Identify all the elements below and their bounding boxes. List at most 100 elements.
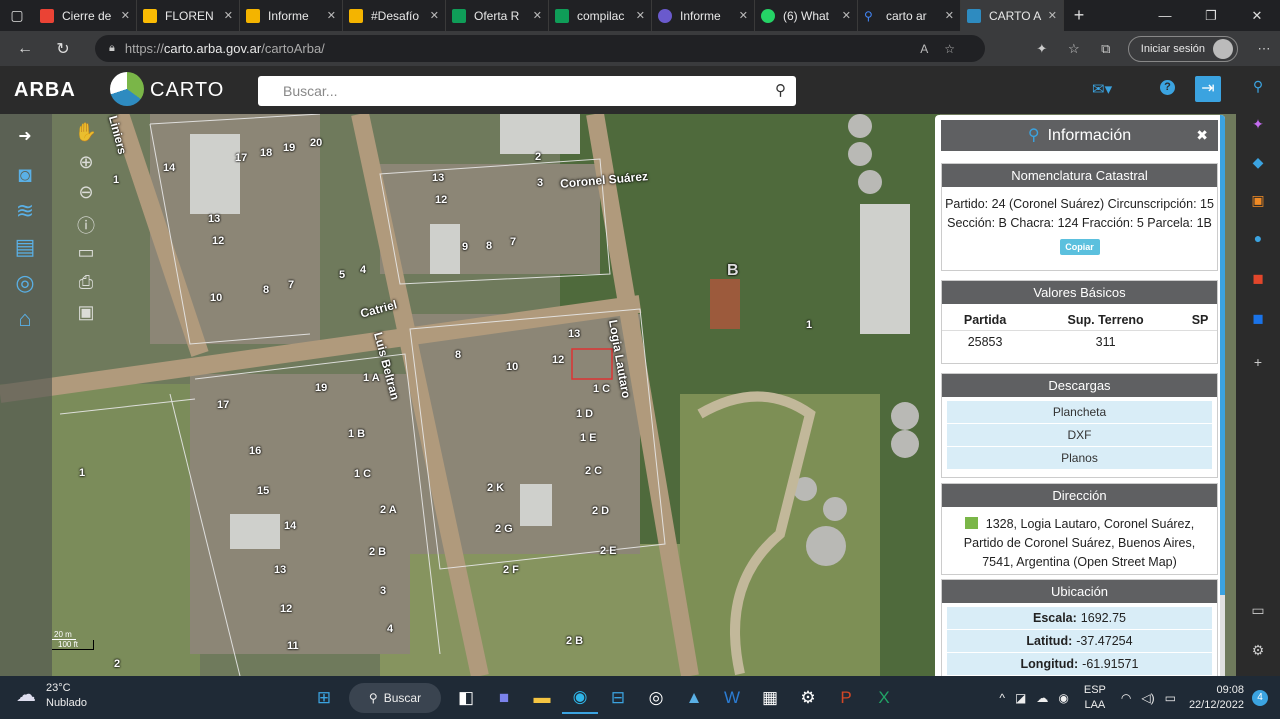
chevron-up-icon[interactable]: ^	[999, 691, 1005, 705]
browser-tab-active[interactable]: CARTO A ✕	[961, 0, 1064, 31]
maximize-icon[interactable]: ❐	[1188, 8, 1234, 24]
cloud-icon[interactable]: ☁	[1036, 691, 1048, 705]
copy-button[interactable]: Copiar	[1059, 239, 1100, 255]
binoculars-icon[interactable]: ◙	[10, 162, 40, 192]
edge-icon[interactable]: ◉	[562, 682, 598, 714]
close-tab-icon[interactable]: ✕	[1048, 9, 1057, 22]
browser-tab[interactable]: Cierre de ✕	[34, 0, 137, 31]
people-icon[interactable]: ●	[1248, 230, 1268, 250]
teams-icon[interactable]: ■	[486, 682, 522, 714]
download-planos-link[interactable]: Planos	[947, 447, 1212, 470]
task-view-icon[interactable]: ◧	[448, 682, 484, 714]
refresh-icon[interactable]: ↻	[44, 39, 82, 59]
save-icon[interactable]: ▣	[72, 302, 100, 330]
direccion-section: Dirección 1328, Logia Lautaro, Coronel S…	[941, 483, 1218, 575]
search-icon[interactable]: ⚲	[775, 81, 786, 99]
print-icon[interactable]: ⎙	[72, 272, 100, 300]
tray-app-icon[interactable]: ◉	[1058, 691, 1068, 705]
close-tab-icon[interactable]: ✕	[224, 9, 233, 22]
section-header: Valores Básicos	[942, 281, 1217, 304]
sidebar-toggle-icon[interactable]: ▭	[1248, 602, 1268, 622]
more-menu-icon[interactable]: ⋯	[1248, 41, 1280, 57]
powerpoint-icon[interactable]: P	[828, 682, 864, 714]
browser-tab[interactable]: Oferta R ✕	[446, 0, 549, 31]
language-indicator[interactable]: ESP LAA	[1084, 683, 1106, 713]
parcel-label: 2 B	[369, 546, 387, 558]
battery-icon[interactable]: ▭	[1165, 691, 1176, 705]
photos-icon[interactable]: ▲	[676, 682, 712, 714]
taskbar-search[interactable]: ⚲ Buscar	[349, 683, 441, 713]
signin-button[interactable]: Iniciar sesión	[1127, 35, 1238, 62]
tray-app-icon[interactable]: ◪	[1015, 691, 1026, 705]
minimize-icon[interactable]: —	[1142, 8, 1188, 23]
close-icon[interactable]: ✖	[1196, 120, 1208, 151]
ide-layers-icon[interactable]: ▤	[10, 234, 40, 264]
scrollbar-thumb[interactable]	[1220, 115, 1225, 595]
browser-tab[interactable]: FLOREN ✕	[137, 0, 240, 31]
close-tab-icon[interactable]: ✕	[533, 9, 542, 22]
pan-hand-icon[interactable]: ✋	[72, 122, 100, 150]
panel-scrollbar[interactable]	[1220, 115, 1225, 676]
windows-start-icon[interactable]: ⊞	[306, 682, 342, 714]
sheets-icon	[452, 8, 466, 23]
back-icon[interactable]: ←	[6, 40, 44, 58]
weather-widget[interactable]: ☁ 23°C Nublado	[16, 681, 87, 711]
close-tab-icon[interactable]: ✕	[636, 9, 645, 22]
layers-icon[interactable]: ≋	[10, 198, 40, 228]
office-icon[interactable]: ◼	[1248, 270, 1268, 290]
favorites-icon[interactable]: ☆	[1058, 41, 1090, 57]
mail-icon[interactable]: ✉▾	[1092, 80, 1112, 98]
info-pointer-icon[interactable]: ⓘ	[72, 212, 100, 240]
close-tab-icon[interactable]: ✕	[842, 9, 851, 22]
parcel-label: 1 C	[593, 383, 611, 395]
settings-icon[interactable]: ⚙	[1248, 642, 1268, 662]
app-icon[interactable]: ◎	[638, 682, 674, 714]
expand-arrow-icon[interactable]: ➜	[10, 126, 40, 156]
download-plancheta-link[interactable]: Plancheta	[947, 401, 1212, 424]
help-icon[interactable]: ?	[1160, 80, 1175, 95]
measure-icon[interactable]: ▭	[72, 242, 100, 270]
wifi-icon[interactable]: ◠	[1121, 691, 1131, 705]
search-input[interactable]: Buscar... ⚲	[258, 76, 796, 106]
sparkle-icon[interactable]: ✦	[1248, 116, 1268, 136]
fingerprint-icon[interactable]: ◎	[10, 270, 40, 300]
store-icon[interactable]: ⊟	[600, 682, 636, 714]
zoom-out-icon[interactable]: ⊖	[72, 182, 100, 210]
zoom-in-icon[interactable]: ⊕	[72, 152, 100, 180]
outlook-icon[interactable]: ◼	[1248, 310, 1268, 330]
browser-tab[interactable]: Informe ✕	[652, 0, 755, 31]
add-icon[interactable]: +	[1248, 354, 1268, 374]
collections-icon[interactable]: ⧉	[1090, 41, 1122, 57]
close-tab-icon[interactable]: ✕	[739, 9, 748, 22]
url-field[interactable]: 🔒︎ https://carto.arba.gov.ar/cartoArba/ …	[95, 35, 985, 62]
browser-tab[interactable]: (6) What ✕	[755, 0, 858, 31]
calculator-icon[interactable]: ▦	[752, 682, 788, 714]
close-tab-icon[interactable]: ✕	[430, 9, 439, 22]
file-explorer-icon[interactable]: ▬	[524, 682, 560, 714]
read-aloud-icon[interactable]: A☆	[920, 42, 971, 56]
tab-actions-icon[interactable]: ▢	[0, 0, 34, 31]
logout-icon[interactable]: ⇥	[1195, 76, 1221, 102]
browser-tab[interactable]: compilac ✕	[549, 0, 652, 31]
browser-tab[interactable]: ⚲ carto ar ✕	[858, 0, 961, 31]
browser-tab[interactable]: Informe ✕	[240, 0, 343, 31]
browser-tab[interactable]: #Desafío ✕	[343, 0, 446, 31]
word-icon[interactable]: W	[714, 682, 750, 714]
extensions-icon[interactable]: ✦	[1026, 41, 1058, 57]
settings-icon[interactable]: ⚙	[790, 682, 826, 714]
notification-badge[interactable]: 4	[1252, 689, 1268, 706]
location-user-icon[interactable]: ⌂	[10, 306, 40, 336]
clock[interactable]: 09:08 22/12/2022	[1189, 683, 1244, 713]
search-icon[interactable]: ⚲	[1248, 78, 1268, 98]
close-tab-icon[interactable]: ✕	[121, 9, 130, 22]
arba-logo[interactable]: ARBA	[14, 79, 76, 102]
close-window-icon[interactable]: ✕	[1234, 8, 1280, 24]
volume-icon[interactable]: ◁)	[1141, 691, 1154, 705]
new-tab-button[interactable]: +	[1064, 5, 1094, 26]
download-dxf-link[interactable]: DXF	[947, 424, 1212, 447]
close-tab-icon[interactable]: ✕	[327, 9, 336, 22]
close-tab-icon[interactable]: ✕	[945, 9, 954, 22]
briefcase-icon[interactable]: ▣	[1248, 192, 1268, 212]
tag-icon[interactable]: ◆	[1248, 154, 1268, 174]
excel-icon[interactable]: X	[866, 682, 902, 714]
